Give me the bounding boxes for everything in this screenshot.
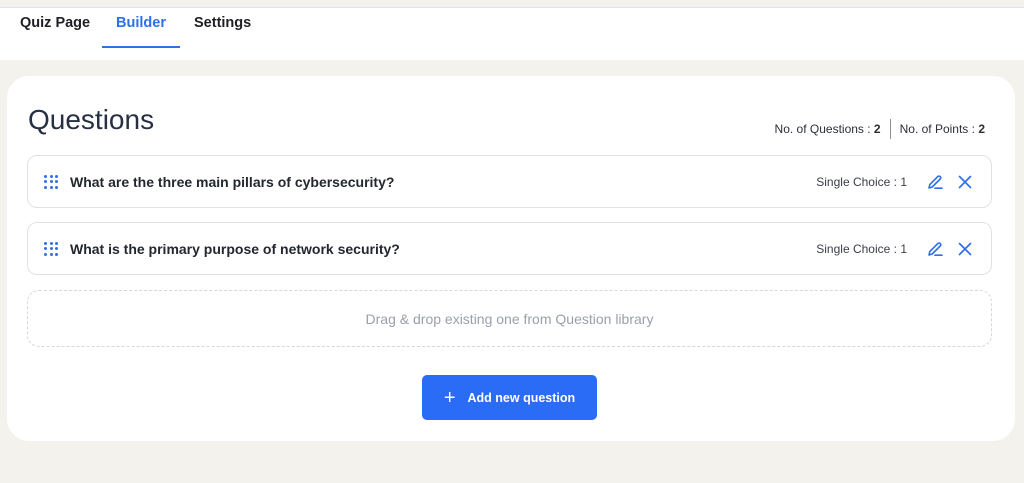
pencil-icon[interactable] [925,239,945,259]
points-count-value: 2 [978,122,985,136]
tab-list: Quiz Page Builder Settings [20,15,251,48]
question-text: What are the three main pillars of cyber… [70,173,395,190]
drag-handle-icon[interactable] [44,241,58,256]
questions-count-label: No. of Questions : 2 [774,122,881,136]
pencil-icon[interactable] [925,172,945,192]
question-library-dropzone[interactable]: Drag & drop existing one from Question l… [27,290,992,347]
questions-count-value: 2 [873,122,881,136]
page-title: Questions [28,104,155,135]
question-type: Single Choice : 1 [816,174,907,189]
stats-divider [889,119,891,139]
question-row[interactable]: What is the primary purpose of network s… [27,222,992,275]
dropzone-text: Drag & drop existing one from Question l… [365,310,654,327]
drag-handle-icon[interactable] [44,174,58,189]
top-nav-bar: Quiz Page Builder Settings [0,7,1024,60]
plus-icon: + [443,386,456,409]
questions-card: Questions No. of Questions : 2 No. of Po… [7,76,1015,441]
close-icon[interactable] [955,172,975,192]
tab-quiz-page[interactable]: Quiz Page [20,15,102,48]
add-new-question-label: Add new question [467,390,576,405]
add-new-question-button[interactable]: + Add new question [422,375,597,420]
question-row[interactable]: What are the three main pillars of cyber… [27,155,992,208]
tab-settings[interactable]: Settings [180,15,251,48]
quiz-stats: No. of Questions : 2 No. of Points : 2 [775,118,985,140]
tab-builder[interactable]: Builder [102,15,180,48]
close-icon[interactable] [955,239,975,259]
question-type: Single Choice : 1 [816,241,907,256]
points-count-label: No. of Points : 2 [899,122,985,136]
question-text: What is the primary purpose of network s… [70,240,400,257]
